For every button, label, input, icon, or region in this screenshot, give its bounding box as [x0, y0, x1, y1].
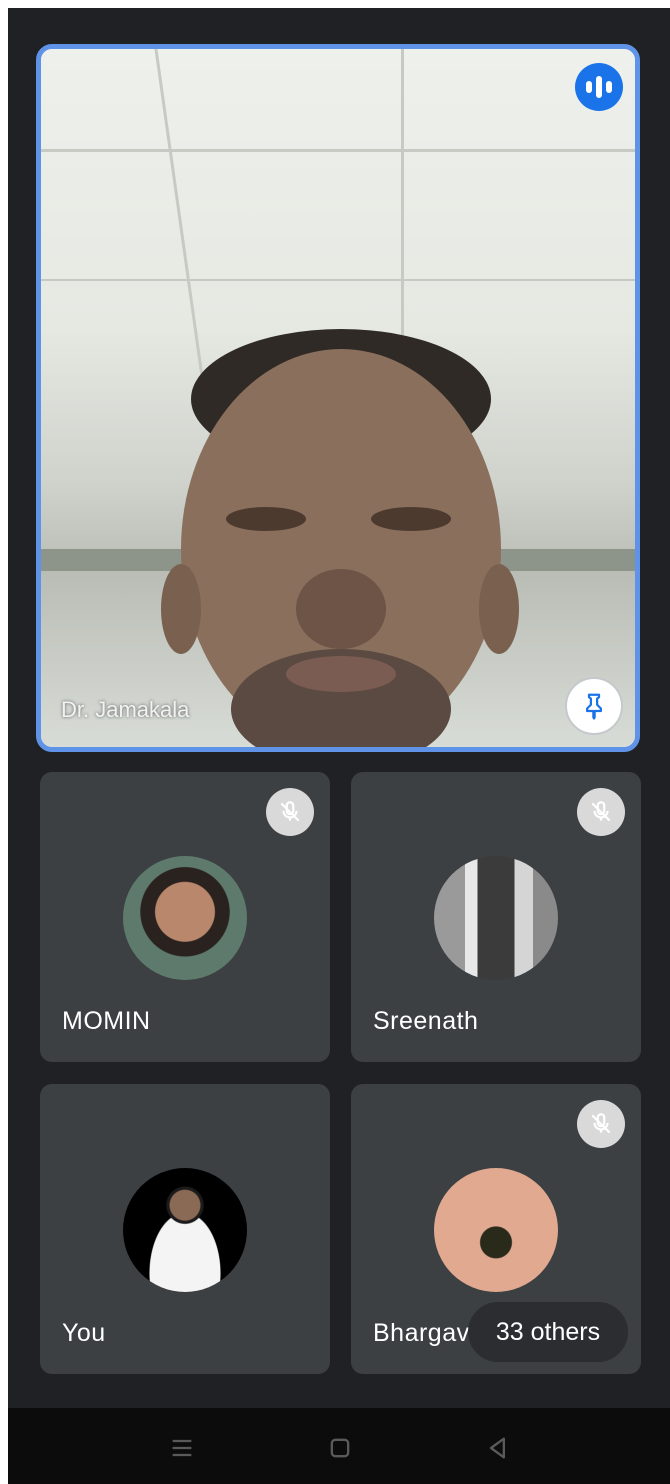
- speaker-person: [161, 329, 519, 747]
- participant-name: MOMIN: [62, 1007, 151, 1035]
- home-icon[interactable]: [326, 1434, 354, 1462]
- avatar: [434, 856, 558, 980]
- top-edge: [8, 0, 670, 8]
- mic-off-icon: [577, 1100, 625, 1148]
- avatar: [123, 856, 247, 980]
- participant-name: Sreenath: [373, 1007, 479, 1035]
- speaker-video: [41, 49, 635, 747]
- speaker-name: Dr. Jamakala: [61, 697, 190, 722]
- avatar: [123, 1168, 247, 1292]
- recents-icon[interactable]: [168, 1434, 196, 1462]
- participant-tile-momin[interactable]: MOMIN: [40, 772, 330, 1062]
- participant-tile-you[interactable]: You: [40, 1084, 330, 1374]
- participant-name: Bhargavi: [373, 1319, 476, 1347]
- pin-icon: [586, 693, 602, 720]
- participant-name: You: [62, 1319, 106, 1347]
- mic-off-icon: [577, 788, 625, 836]
- avatar: [434, 1168, 558, 1292]
- speaking-indicator-icon: [575, 63, 623, 111]
- back-icon[interactable]: [484, 1434, 512, 1462]
- participant-tile-sreenath[interactable]: Sreenath: [351, 772, 641, 1062]
- mic-off-icon: [266, 788, 314, 836]
- main-speaker-tile[interactable]: Dr. Jamakala: [36, 44, 640, 752]
- system-nav-bar: [8, 1408, 670, 1484]
- others-count-button[interactable]: 33 others: [468, 1302, 628, 1362]
- pin-button[interactable]: [565, 677, 623, 735]
- meet-call-screen: Dr. Jamakala MOMIN Sreenath You Bhargavi…: [8, 0, 670, 1484]
